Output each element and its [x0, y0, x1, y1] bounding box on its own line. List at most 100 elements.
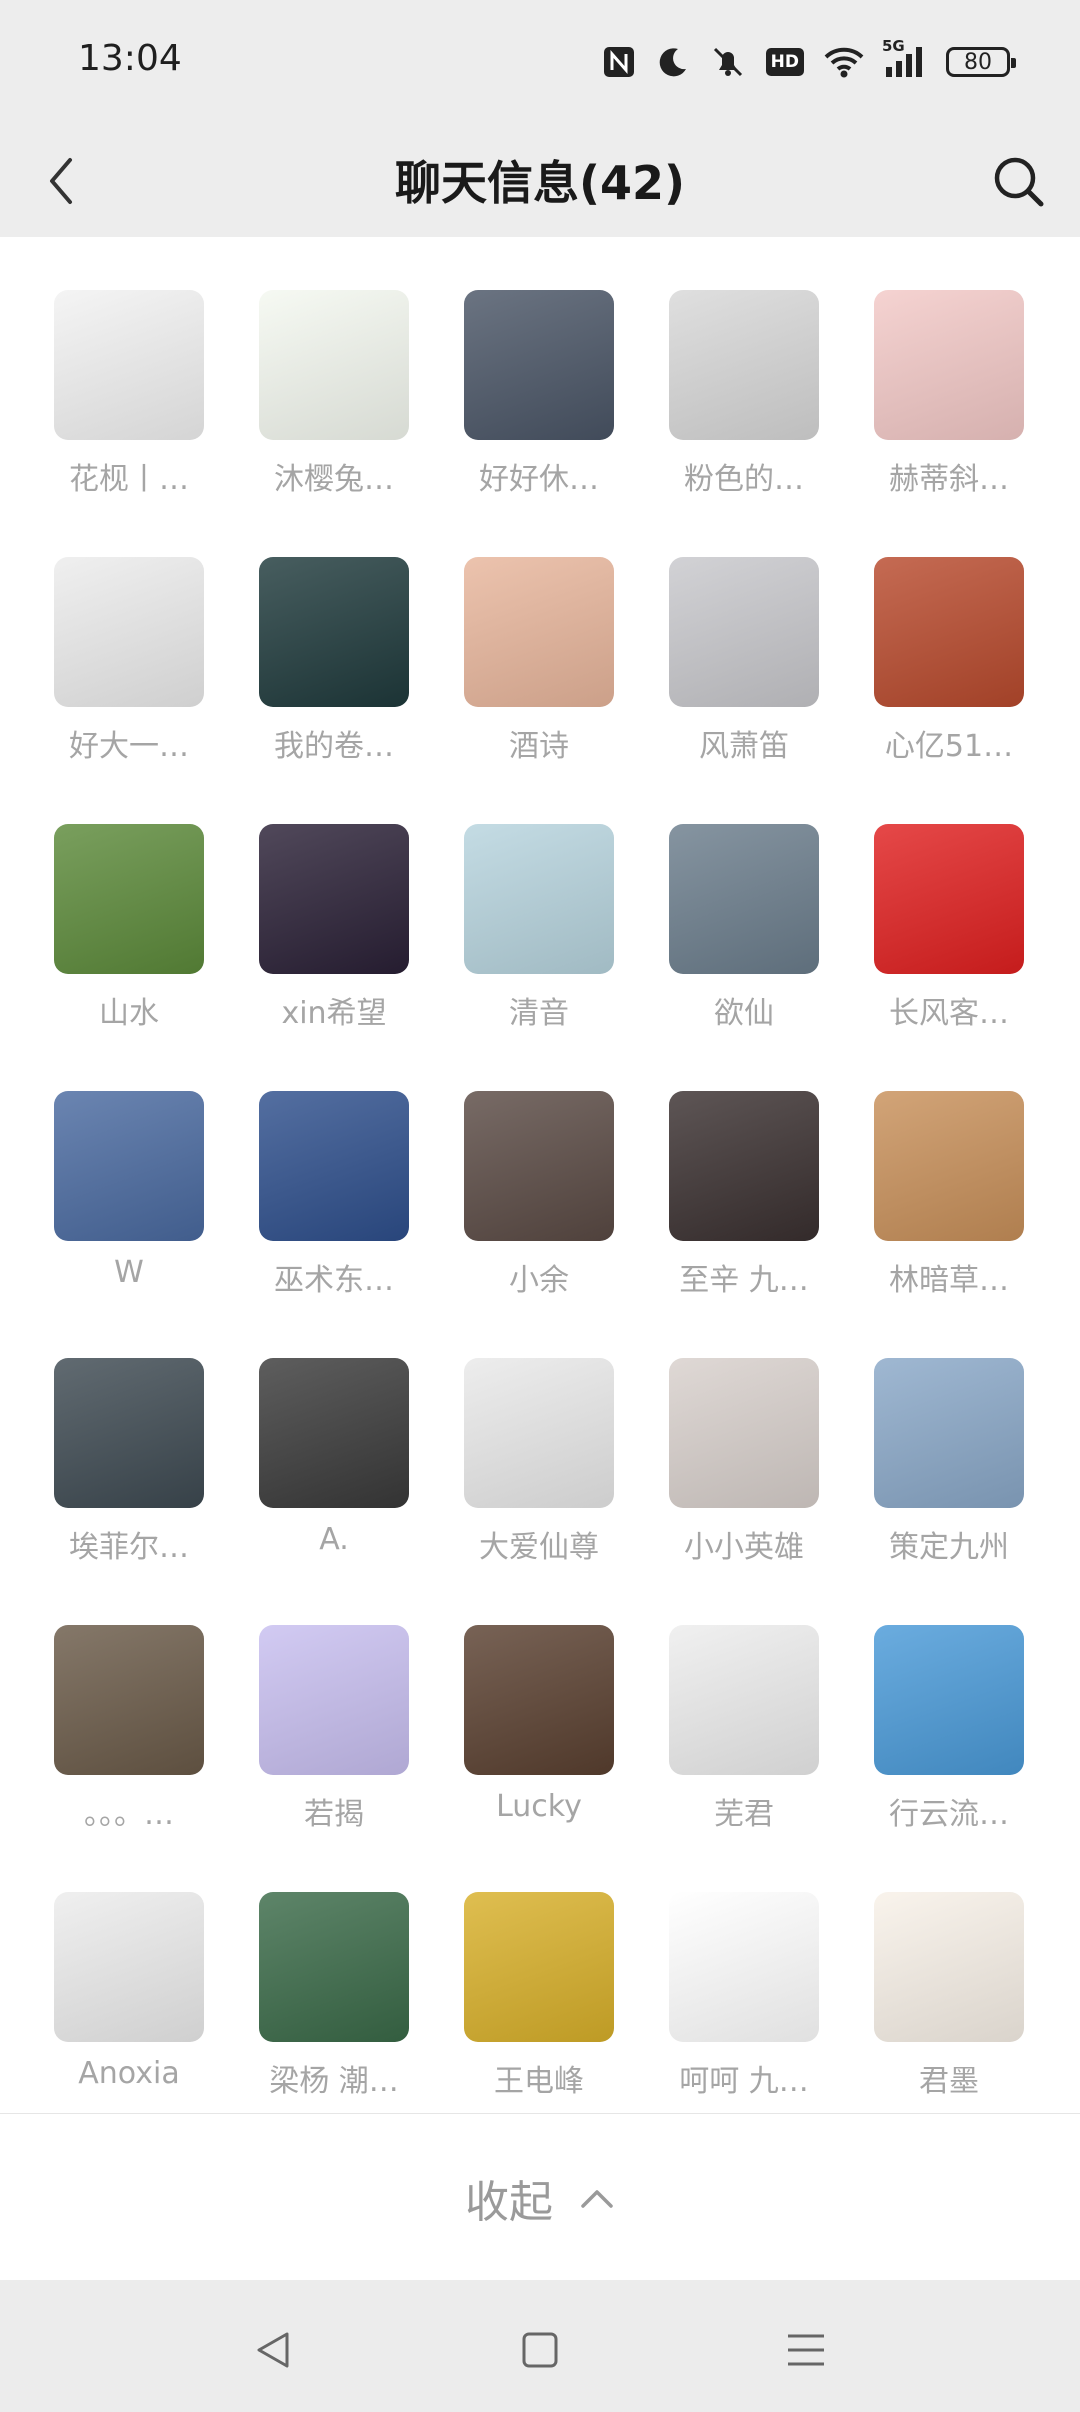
member-name: 长风客… — [889, 996, 1009, 1031]
battery-icon: 80 — [946, 47, 1016, 77]
member-item[interactable]: 好大一… — [54, 557, 204, 765]
member-item[interactable]: 。。。… — [54, 1625, 204, 1833]
avatar — [464, 1091, 614, 1241]
avatar — [464, 557, 614, 707]
member-name: W — [114, 1255, 144, 1290]
wifi-icon — [824, 45, 864, 79]
member-item[interactable]: 心亿51… — [874, 557, 1024, 765]
member-name: 行云流… — [889, 1797, 1009, 1832]
system-navigation-bar — [0, 2280, 1080, 2412]
member-grid-inner: 花枧丨… 沐樱兔… 好好休… 粉色的… 赫蒂斜… 好大一… 我的卷… 酒诗 风萧笛 心亿51… 山水… — [0, 290, 1080, 2113]
member-name: 好大一… — [69, 729, 189, 764]
search-icon — [994, 157, 1044, 207]
avatar — [54, 290, 204, 440]
member-item[interactable]: W — [54, 1091, 204, 1299]
member-item[interactable]: 清音 — [464, 824, 614, 1032]
avatar — [464, 1625, 614, 1775]
avatar — [259, 1358, 409, 1508]
member-name: xin希望 — [281, 996, 387, 1031]
avatar — [874, 290, 1024, 440]
member-item[interactable]: 林暗草… — [874, 1091, 1024, 1299]
member-item[interactable]: 赫蒂斜… — [874, 290, 1024, 498]
member-item[interactable]: 小小英雄 — [669, 1358, 819, 1566]
bell-off-icon — [710, 44, 746, 80]
member-item[interactable]: 策定九州 — [874, 1358, 1024, 1566]
member-grid: 花枧丨… 沐樱兔… 好好休… 粉色的… 赫蒂斜… 好大一… 我的卷… 酒诗 风萧笛 心亿51… 山水… — [0, 290, 1080, 2113]
member-item[interactable]: 酒诗 — [464, 557, 614, 765]
5g-signal-icon: 5G — [882, 37, 926, 79]
avatar — [259, 557, 409, 707]
member-name: 粉色的… — [684, 462, 804, 497]
status-time: 13:04 — [78, 38, 182, 79]
menu-lines-icon — [788, 2334, 824, 2366]
member-item[interactable]: 小余 — [464, 1091, 614, 1299]
member-name: 林暗草… — [889, 1263, 1009, 1298]
member-item[interactable]: 风萧笛 — [669, 557, 819, 765]
member-name: 埃菲尔… — [69, 1530, 189, 1565]
member-name: 心亿51… — [884, 729, 1014, 764]
avatar — [464, 290, 614, 440]
member-item[interactable]: 沐樱兔… — [259, 290, 409, 498]
collapse-label: 收起 — [465, 2176, 553, 2228]
system-menu-button[interactable] — [776, 2320, 836, 2380]
member-item[interactable]: 王电峰 — [464, 1892, 614, 2100]
member-name: 呵呵 九… — [679, 2064, 809, 2099]
member-name: 风萧笛 — [699, 729, 789, 764]
member-name: 赫蒂斜… — [889, 462, 1009, 497]
status-bar: 13:04 HD 5G 80 — [0, 0, 1080, 125]
member-item[interactable]: 呵呵 九… — [669, 1892, 819, 2100]
member-name: 我的卷… — [274, 729, 394, 764]
member-item[interactable]: 我的卷… — [259, 557, 409, 765]
member-item[interactable]: 若揭 — [259, 1625, 409, 1833]
search-button[interactable] — [986, 149, 1050, 213]
member-item[interactable]: 大爱仙尊 — [464, 1358, 614, 1566]
member-item[interactable]: 长风客… — [874, 824, 1024, 1032]
member-item[interactable]: 君墨 — [874, 1892, 1024, 2100]
avatar — [54, 557, 204, 707]
member-item[interactable]: 好好休… — [464, 290, 614, 498]
member-item[interactable]: 芜君 — [669, 1625, 819, 1833]
member-name: 芜君 — [714, 1797, 774, 1832]
avatar — [54, 1625, 204, 1775]
member-item[interactable]: 花枧丨… — [54, 290, 204, 498]
member-name: 酒诗 — [509, 729, 569, 764]
nfc-icon — [602, 45, 636, 79]
avatar — [259, 1625, 409, 1775]
member-item[interactable]: xin希望 — [259, 824, 409, 1032]
avatar — [874, 1892, 1024, 2042]
member-name: 巫术东… — [274, 1263, 394, 1298]
member-item[interactable]: 至辛 九… — [669, 1091, 819, 1299]
avatar — [874, 824, 1024, 974]
avatar — [464, 1892, 614, 2042]
member-name: 若揭 — [304, 1797, 364, 1832]
member-name: 至辛 九… — [679, 1263, 809, 1298]
member-item[interactable]: 巫术东… — [259, 1091, 409, 1299]
avatar — [54, 1091, 204, 1241]
avatar — [874, 1625, 1024, 1775]
avatar — [259, 1091, 409, 1241]
member-name: 欲仙 — [714, 996, 774, 1031]
member-item[interactable]: 梁杨 潮… — [259, 1892, 409, 2100]
system-home-button[interactable] — [510, 2320, 570, 2380]
page-title: 聊天信息(42) — [394, 156, 686, 210]
member-item[interactable]: 山水 — [54, 824, 204, 1032]
member-item[interactable]: 行云流… — [874, 1625, 1024, 1833]
triangle-back-icon — [257, 2332, 289, 2368]
member-name: 小余 — [509, 1263, 569, 1298]
header: 聊天信息(42) — [0, 125, 1080, 237]
member-item[interactable]: Anoxia — [54, 1892, 204, 2100]
member-item[interactable]: 粉色的… — [669, 290, 819, 498]
avatar — [669, 1091, 819, 1241]
system-back-button[interactable] — [243, 2320, 303, 2380]
hd-icon: HD — [765, 48, 804, 76]
avatar — [669, 1892, 819, 2042]
member-name: 大爱仙尊 — [479, 1530, 599, 1565]
collapse-button[interactable]: 收起 — [0, 2113, 1080, 2281]
member-item[interactable]: Lucky — [464, 1625, 614, 1833]
avatar — [259, 290, 409, 440]
avatar — [669, 290, 819, 440]
member-item[interactable]: 埃菲尔… — [54, 1358, 204, 1566]
avatar — [874, 1091, 1024, 1241]
member-item[interactable]: 欲仙 — [669, 824, 819, 1032]
member-item[interactable]: A. — [259, 1358, 409, 1566]
